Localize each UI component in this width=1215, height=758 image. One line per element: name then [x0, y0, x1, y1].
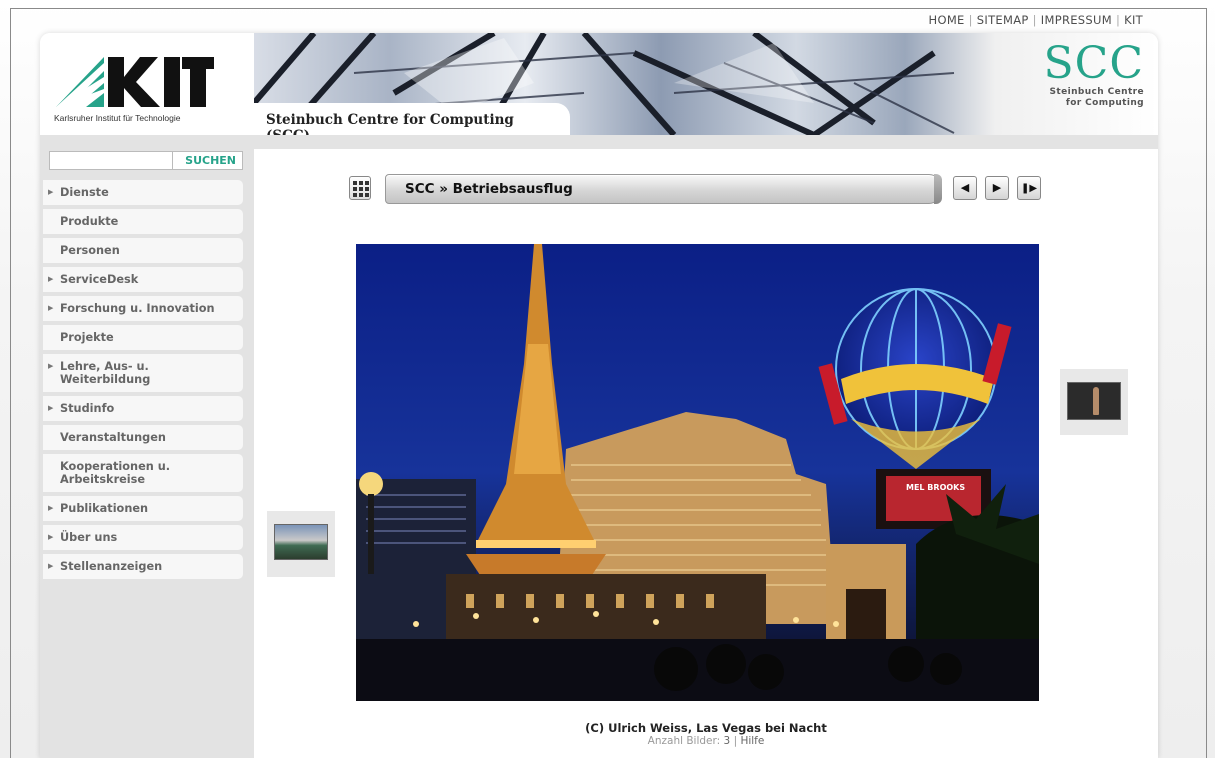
header-banner: Steinbuch Centre for Computing (SCC) SCC…: [254, 33, 1158, 135]
kit-subtitle: Karlsruher Institut für Technologie: [54, 113, 181, 123]
pause-play-icon: ❚▶: [1020, 183, 1038, 194]
sidebar-item-lehre-aus-u-weiterbildung[interactable]: ▶ Lehre, Aus- u. Weiterbildung: [43, 354, 243, 392]
top-link-sitemap[interactable]: SITEMAP: [977, 13, 1029, 27]
sidebar-item-studinfo[interactable]: ▶ Studinfo: [43, 396, 243, 421]
sidebar-item-forschung-u-innovation[interactable]: ▶ Forschung u. Innovation: [43, 296, 243, 321]
scc-logo[interactable]: SCC Steinbuch Centre for Computing: [1044, 41, 1144, 109]
sidebar-item-label: Lehre, Aus- u. Weiterbildung: [60, 360, 151, 386]
search-form: SUCHEN: [49, 151, 243, 170]
previous-thumbnail-image: [274, 524, 328, 560]
image-count-label: Anzahl Bilder:: [647, 735, 721, 747]
sidebar-item-über-uns[interactable]: ▶ Über uns: [43, 525, 243, 550]
previous-thumbnail[interactable]: [267, 511, 335, 577]
meta-separator: |: [733, 735, 738, 747]
next-thumbnail-image: [1067, 382, 1121, 420]
sidebar-item-label: Projekte: [60, 331, 114, 344]
frame-border-left: [10, 8, 11, 758]
banner-title: Steinbuch Centre for Computing (SCC): [254, 103, 570, 135]
caret-right-icon: ▶: [48, 188, 54, 196]
main-content: SCC » Betriebsausflug ◀ ▶ ❚▶ MEL BROOKS …: [254, 149, 1158, 758]
next-thumbnail[interactable]: [1060, 369, 1128, 435]
top-links: HOME | SITEMAP | IMPRESSUM | KIT: [928, 13, 1143, 27]
slideshow-button[interactable]: ❚▶: [1017, 176, 1041, 200]
search-button[interactable]: SUCHEN: [173, 151, 243, 170]
top-link-kit[interactable]: KIT: [1124, 13, 1143, 27]
image-count: 3: [723, 735, 731, 747]
photo-caption: (C) Ulrich Weiss, Las Vegas bei Nacht: [585, 721, 827, 735]
scc-logo-line2: for Computing: [1065, 98, 1144, 108]
photo-meta: Anzahl Bilder: 3 | Hilfe: [254, 735, 1158, 747]
sidebar-item-produkte[interactable]: Produkte: [43, 209, 243, 234]
header: Karlsruher Institut für Technologie Stei…: [40, 33, 1158, 135]
sidebar-item-veranstaltungen[interactable]: Veranstaltungen: [43, 425, 243, 450]
next-image-button[interactable]: ▶: [985, 176, 1009, 200]
sidebar-item-servicedesk[interactable]: ▶ ServiceDesk: [43, 267, 243, 292]
sidebar: SUCHEN ▶ Dienste Produkte Personen ▶ ServiceD…: [40, 149, 254, 758]
sidebar-item-label: Dienste: [60, 186, 109, 199]
sidebar-item-kooperationen-u-arbeitskreise[interactable]: Kooperationen u. Arbeitskreise: [43, 454, 243, 492]
sidebar-item-label: Forschung u. Innovation: [60, 302, 215, 315]
scc-logo-letters: SCC: [1043, 38, 1144, 89]
caret-right-icon: ▶: [48, 404, 54, 412]
sidebar-item-projekte[interactable]: Projekte: [43, 325, 243, 350]
sidebar-item-dienste[interactable]: ▶ Dienste: [43, 180, 243, 205]
triangle-left-icon: ◀: [960, 181, 970, 194]
sidebar-item-label: Kooperationen u. Arbeitskreise: [60, 460, 171, 486]
grid-icon: [353, 181, 357, 185]
gallery-title-bar: SCC » Betriebsausflug: [385, 174, 942, 204]
top-link-home[interactable]: HOME: [929, 13, 965, 27]
las-vegas-night-photo: MEL BROOKS: [356, 244, 1039, 701]
caret-right-icon: ▶: [48, 362, 54, 370]
gallery-toolbar: SCC » Betriebsausflug ◀ ▶ ❚▶: [349, 174, 1044, 206]
caret-right-icon: ▶: [48, 304, 54, 312]
caret-right-icon: ▶: [48, 562, 54, 570]
gallery-photo: MEL BROOKS: [356, 244, 1039, 701]
sidebar-item-label: Stellenanzeigen: [60, 560, 163, 573]
previous-image-button[interactable]: ◀: [953, 176, 977, 200]
sidebar-item-label: Studinfo: [60, 402, 115, 415]
sidebar-item-personen[interactable]: Personen: [43, 238, 243, 263]
grid-view-button[interactable]: [349, 176, 371, 200]
photo-sign-text: MEL BROOKS: [906, 483, 965, 492]
frame-border-right: [1206, 8, 1207, 758]
search-input[interactable]: [49, 151, 173, 170]
header-divider: [40, 135, 1158, 149]
sidebar-item-stellenanzeigen[interactable]: ▶ Stellenanzeigen: [43, 554, 243, 579]
caret-right-icon: ▶: [48, 504, 54, 512]
page-container: Karlsruher Institut für Technologie Stei…: [40, 33, 1158, 758]
sidebar-item-label: Personen: [60, 244, 120, 257]
top-link-impressum[interactable]: IMPRESSUM: [1041, 13, 1112, 27]
frame-border-top: [10, 8, 1207, 9]
help-link[interactable]: Hilfe: [740, 735, 764, 747]
sidebar-item-label: Über uns: [60, 531, 118, 544]
sidebar-nav: ▶ Dienste Produkte Personen ▶ ServiceDesk ▶ For…: [43, 180, 243, 583]
sidebar-item-label: Publikationen: [60, 502, 149, 515]
sidebar-item-label: ServiceDesk: [60, 273, 139, 286]
sidebar-item-label: Veranstaltungen: [60, 431, 166, 444]
kit-logo: [56, 57, 214, 107]
sidebar-item-publikationen[interactable]: ▶ Publikationen: [43, 496, 243, 521]
caret-right-icon: ▶: [48, 533, 54, 541]
scc-logo-line1: Steinbuch Centre: [1049, 87, 1144, 97]
gallery-breadcrumb: SCC » Betriebsausflug: [405, 181, 573, 197]
caret-right-icon: ▶: [48, 275, 54, 283]
kit-logo-link[interactable]: Karlsruher Institut für Technologie: [40, 33, 254, 135]
sidebar-item-label: Produkte: [60, 215, 119, 228]
triangle-right-icon: ▶: [992, 181, 1002, 194]
